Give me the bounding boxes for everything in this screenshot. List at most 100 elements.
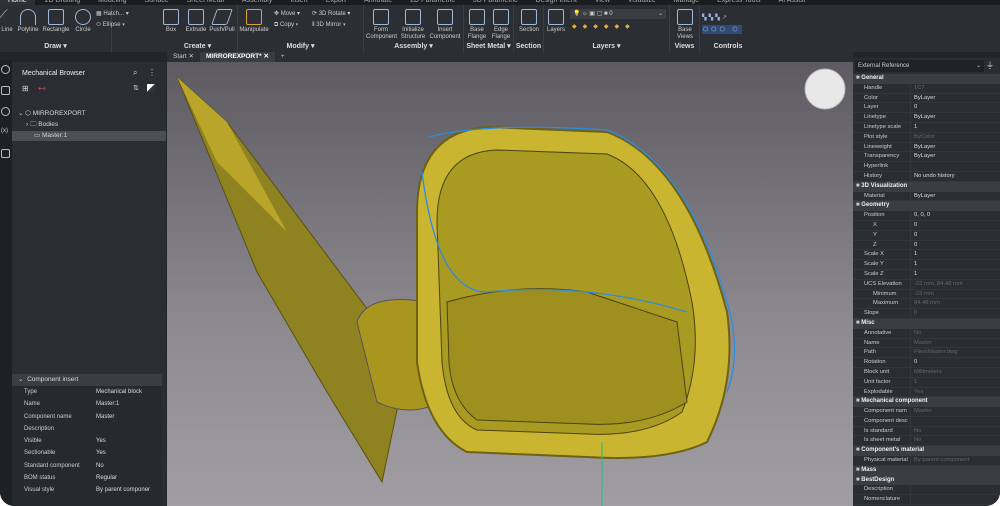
display-icon[interactable] (147, 84, 155, 92)
property-value[interactable] (911, 417, 1000, 426)
tab-mirrorexport[interactable]: MIRROREXPORT* ✕ (200, 52, 275, 62)
tree-item-root[interactable]: ⌄ ⬡ MIRROREXPORT (12, 109, 166, 119)
property-row[interactable]: Path Files\Master.dwg (853, 348, 1000, 359)
property-row[interactable]: UCS Elevation -23 mm, 84.48 mm (853, 279, 1000, 290)
property-row[interactable]: Material ByLayer (853, 191, 1000, 202)
initialize-structure-button[interactable]: Initialize Structure (398, 9, 428, 41)
bulb-icon[interactable] (1, 65, 10, 74)
property-value[interactable]: -23 mm (911, 290, 1000, 299)
extrude-button[interactable]: Extrude (184, 9, 208, 34)
property-row[interactable]: Maximum 84.48 mm (853, 299, 1000, 310)
property-row[interactable]: Visual style By parent componer (12, 484, 162, 496)
cube-icon[interactable] (1, 86, 10, 95)
rectangle-button[interactable]: Rectangle (42, 9, 70, 34)
property-value[interactable]: 0 (911, 103, 1000, 112)
property-value[interactable]: 1 (911, 260, 1000, 269)
property-value[interactable]: No (96, 460, 162, 472)
property-row[interactable]: Scale X1 (853, 250, 1000, 261)
3d-viewport[interactable] (167, 62, 853, 506)
layers-button[interactable]: Layers (546, 9, 566, 34)
property-value[interactable]: -23 mm, 84.48 mm (911, 280, 1000, 289)
object-type-dropdown[interactable]: External Reference ⌄ (855, 60, 984, 72)
property-value[interactable]: 0 (911, 309, 1000, 318)
navigation-wheel[interactable] (804, 68, 846, 110)
property-row[interactable]: BOM status Regular (12, 472, 162, 484)
property-value[interactable]: ByLayer (911, 192, 1000, 201)
property-row[interactable]: Lineweight ByLayer (853, 142, 1000, 153)
property-value[interactable]: 0 (911, 241, 1000, 250)
layer-dropdown[interactable]: 💡 ☼ ▣ ▢ ■ 0 ⌄ (570, 9, 666, 19)
property-row[interactable]: Nomenclature (853, 495, 1000, 506)
property-value[interactable]: Master (911, 339, 1000, 348)
property-value[interactable]: No (911, 427, 1000, 436)
close-icon[interactable]: ✕ (263, 53, 268, 60)
property-row[interactable]: Layer 0 (853, 103, 1000, 114)
close-icon[interactable]: ✕ (189, 53, 194, 60)
property-section-header[interactable]: Component's material (853, 446, 1000, 457)
box-button[interactable]: Box (160, 9, 182, 34)
move-button[interactable]: ✥ Move ▾ (274, 10, 300, 17)
base-flange-button[interactable]: Base Flange (466, 9, 488, 41)
base-views-button[interactable]: Base Views (672, 9, 698, 41)
property-row[interactable]: Name Master (853, 338, 1000, 349)
fx-icon[interactable]: (x) (1, 128, 10, 137)
property-row[interactable]: Component name Master (12, 411, 162, 423)
line-button[interactable]: Line (0, 9, 23, 34)
property-value[interactable]: 1 (911, 378, 1000, 387)
property-row[interactable]: Standard component No (12, 460, 162, 472)
property-value[interactable]: Millimeters (911, 368, 1000, 377)
property-row[interactable]: Description (853, 485, 1000, 496)
property-value[interactable]: No (911, 329, 1000, 338)
hierarchy-icon[interactable]: ⊷ (38, 84, 46, 93)
copy-button[interactable]: ⧉ Copy ▾ (274, 22, 298, 29)
hatch-button[interactable]: ▦ Hatch... ▾ (96, 10, 129, 17)
property-row[interactable]: Name Master:1 (12, 398, 162, 410)
property-value[interactable]: By parent component (911, 456, 1000, 465)
pushpull-button[interactable]: Push/Pull (208, 9, 236, 34)
property-row[interactable]: Transparency ByLayer (853, 152, 1000, 163)
property-row[interactable]: Slope 0 (853, 309, 1000, 319)
property-value[interactable]: Master (96, 411, 162, 423)
polyline-button[interactable]: Polyline (16, 9, 40, 34)
property-value[interactable]: 0 (911, 221, 1000, 230)
layer-tools[interactable]: ◆◆◆◆◆◆ (572, 23, 636, 30)
property-value[interactable]: ByColor (911, 133, 1000, 142)
insert-component-button[interactable]: Insert Component (428, 9, 462, 41)
property-row[interactable]: Handle 1C7 (853, 83, 1000, 94)
eye-icon[interactable] (1, 107, 10, 116)
property-row[interactable]: Position 0, 0, 0 (853, 211, 1000, 221)
property-value[interactable]: Master:1 (96, 398, 162, 410)
property-row[interactable]: Plot style ByColor (853, 132, 1000, 143)
property-row[interactable]: Y0 (853, 230, 1000, 241)
property-row[interactable]: Rotation 0 (853, 358, 1000, 368)
property-value[interactable] (911, 495, 1000, 504)
section-header[interactable]: ⌄ Component insert (12, 374, 162, 386)
property-row[interactable]: Minimum -23 mm (853, 289, 1000, 300)
property-row[interactable]: Component nam Master (853, 407, 1000, 417)
property-value[interactable] (96, 423, 162, 435)
property-value[interactable]: No (911, 436, 1000, 445)
property-row[interactable]: Color ByLayer (853, 93, 1000, 104)
tree-view-icon[interactable]: ⊞ (22, 84, 29, 93)
stack-icon[interactable] (1, 149, 10, 158)
circle-button[interactable]: Circle (72, 9, 94, 34)
property-row[interactable]: Linetype scale 1 (853, 122, 1000, 133)
property-row[interactable]: Linetype ByLayer (853, 113, 1000, 123)
property-value[interactable] (911, 485, 1000, 494)
search-icon[interactable]: ⌕ (133, 68, 137, 78)
view-cube-buttons[interactable]: ⬡⬡⬡ ⬡ (702, 25, 742, 34)
more-icon[interactable]: ⋮ (148, 68, 156, 77)
property-row[interactable]: Annotative No (853, 328, 1000, 339)
property-value[interactable]: 1 (911, 123, 1000, 132)
property-row[interactable]: Is sheet metal No (853, 436, 1000, 447)
property-row[interactable]: Visible Yes (12, 435, 162, 447)
property-row[interactable]: Scale Y1 (853, 260, 1000, 270)
property-section-header[interactable]: Mechanical component (853, 397, 1000, 408)
property-row[interactable]: Scale Z1 (853, 269, 1000, 280)
property-value[interactable] (911, 162, 1000, 171)
property-value[interactable]: ByLayer (911, 152, 1000, 161)
property-value[interactable]: 1 (911, 250, 1000, 259)
edge-flange-button[interactable]: Edge Flange (490, 9, 512, 41)
filter-icon[interactable]: ⏚ (986, 60, 994, 71)
property-value[interactable]: Files\Master.dwg (911, 348, 1000, 357)
